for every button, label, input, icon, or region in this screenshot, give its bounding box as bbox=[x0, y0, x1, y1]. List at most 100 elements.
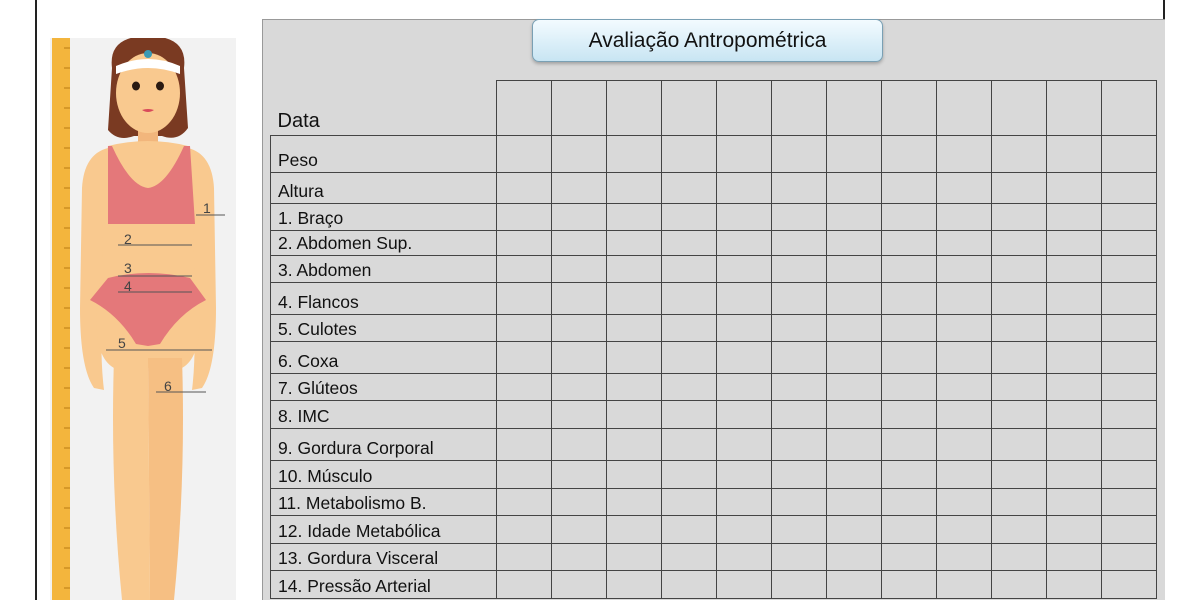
value-cell[interactable] bbox=[1101, 135, 1157, 173]
value-cell[interactable] bbox=[551, 515, 607, 544]
value-cell[interactable] bbox=[661, 570, 717, 599]
value-cell[interactable] bbox=[771, 203, 827, 231]
date-cell[interactable] bbox=[1101, 80, 1157, 136]
value-cell[interactable] bbox=[771, 428, 827, 461]
value-cell[interactable] bbox=[936, 373, 992, 401]
value-cell[interactable] bbox=[551, 543, 607, 571]
value-cell[interactable] bbox=[771, 282, 827, 315]
value-cell[interactable] bbox=[881, 400, 937, 429]
value-cell[interactable] bbox=[991, 341, 1047, 374]
value-cell[interactable] bbox=[771, 314, 827, 342]
value-cell[interactable] bbox=[661, 428, 717, 461]
value-cell[interactable] bbox=[496, 314, 552, 342]
value-cell[interactable] bbox=[991, 428, 1047, 461]
value-cell[interactable] bbox=[716, 230, 772, 256]
value-cell[interactable] bbox=[496, 135, 552, 173]
value-cell[interactable] bbox=[936, 230, 992, 256]
value-cell[interactable] bbox=[496, 460, 552, 489]
value-cell[interactable] bbox=[991, 230, 1047, 256]
value-cell[interactable] bbox=[716, 543, 772, 571]
value-cell[interactable] bbox=[1046, 373, 1102, 401]
value-cell[interactable] bbox=[771, 230, 827, 256]
value-cell[interactable] bbox=[881, 203, 937, 231]
value-cell[interactable] bbox=[881, 314, 937, 342]
value-cell[interactable] bbox=[551, 428, 607, 461]
value-cell[interactable] bbox=[716, 428, 772, 461]
value-cell[interactable] bbox=[496, 172, 552, 204]
value-cell[interactable] bbox=[991, 255, 1047, 283]
date-cell[interactable] bbox=[881, 80, 937, 136]
value-cell[interactable] bbox=[716, 488, 772, 516]
value-cell[interactable] bbox=[826, 172, 882, 204]
value-cell[interactable] bbox=[716, 314, 772, 342]
value-cell[interactable] bbox=[1046, 172, 1102, 204]
value-cell[interactable] bbox=[771, 515, 827, 544]
value-cell[interactable] bbox=[716, 135, 772, 173]
value-cell[interactable] bbox=[1101, 230, 1157, 256]
date-cell[interactable] bbox=[606, 80, 662, 136]
value-cell[interactable] bbox=[936, 255, 992, 283]
value-cell[interactable] bbox=[991, 543, 1047, 571]
value-cell[interactable] bbox=[881, 515, 937, 544]
value-cell[interactable] bbox=[826, 135, 882, 173]
value-cell[interactable] bbox=[991, 314, 1047, 342]
value-cell[interactable] bbox=[606, 543, 662, 571]
value-cell[interactable] bbox=[606, 515, 662, 544]
value-cell[interactable] bbox=[1046, 255, 1102, 283]
value-cell[interactable] bbox=[936, 282, 992, 315]
value-cell[interactable] bbox=[991, 515, 1047, 544]
value-cell[interactable] bbox=[826, 488, 882, 516]
date-cell[interactable] bbox=[771, 80, 827, 136]
value-cell[interactable] bbox=[1101, 428, 1157, 461]
value-cell[interactable] bbox=[1046, 570, 1102, 599]
value-cell[interactable] bbox=[661, 135, 717, 173]
value-cell[interactable] bbox=[1101, 488, 1157, 516]
value-cell[interactable] bbox=[771, 460, 827, 489]
value-cell[interactable] bbox=[661, 255, 717, 283]
value-cell[interactable] bbox=[826, 515, 882, 544]
value-cell[interactable] bbox=[826, 314, 882, 342]
value-cell[interactable] bbox=[606, 135, 662, 173]
value-cell[interactable] bbox=[606, 460, 662, 489]
value-cell[interactable] bbox=[496, 488, 552, 516]
value-cell[interactable] bbox=[936, 515, 992, 544]
value-cell[interactable] bbox=[496, 373, 552, 401]
value-cell[interactable] bbox=[936, 543, 992, 571]
value-cell[interactable] bbox=[716, 515, 772, 544]
value-cell[interactable] bbox=[1046, 515, 1102, 544]
value-cell[interactable] bbox=[606, 373, 662, 401]
date-cell[interactable] bbox=[661, 80, 717, 136]
value-cell[interactable] bbox=[881, 373, 937, 401]
value-cell[interactable] bbox=[496, 341, 552, 374]
value-cell[interactable] bbox=[1046, 203, 1102, 231]
value-cell[interactable] bbox=[881, 570, 937, 599]
value-cell[interactable] bbox=[661, 373, 717, 401]
value-cell[interactable] bbox=[991, 373, 1047, 401]
value-cell[interactable] bbox=[991, 172, 1047, 204]
value-cell[interactable] bbox=[826, 341, 882, 374]
value-cell[interactable] bbox=[606, 428, 662, 461]
value-cell[interactable] bbox=[1046, 428, 1102, 461]
value-cell[interactable] bbox=[936, 341, 992, 374]
date-cell[interactable] bbox=[1046, 80, 1102, 136]
value-cell[interactable] bbox=[1101, 373, 1157, 401]
value-cell[interactable] bbox=[1046, 488, 1102, 516]
value-cell[interactable] bbox=[936, 400, 992, 429]
value-cell[interactable] bbox=[826, 282, 882, 315]
value-cell[interactable] bbox=[936, 135, 992, 173]
value-cell[interactable] bbox=[826, 373, 882, 401]
value-cell[interactable] bbox=[1101, 570, 1157, 599]
value-cell[interactable] bbox=[881, 172, 937, 204]
date-cell[interactable] bbox=[716, 80, 772, 136]
value-cell[interactable] bbox=[716, 341, 772, 374]
value-cell[interactable] bbox=[496, 400, 552, 429]
value-cell[interactable] bbox=[716, 570, 772, 599]
value-cell[interactable] bbox=[551, 314, 607, 342]
value-cell[interactable] bbox=[716, 400, 772, 429]
value-cell[interactable] bbox=[771, 570, 827, 599]
value-cell[interactable] bbox=[551, 460, 607, 489]
value-cell[interactable] bbox=[496, 428, 552, 461]
value-cell[interactable] bbox=[716, 282, 772, 315]
value-cell[interactable] bbox=[771, 172, 827, 204]
value-cell[interactable] bbox=[661, 488, 717, 516]
